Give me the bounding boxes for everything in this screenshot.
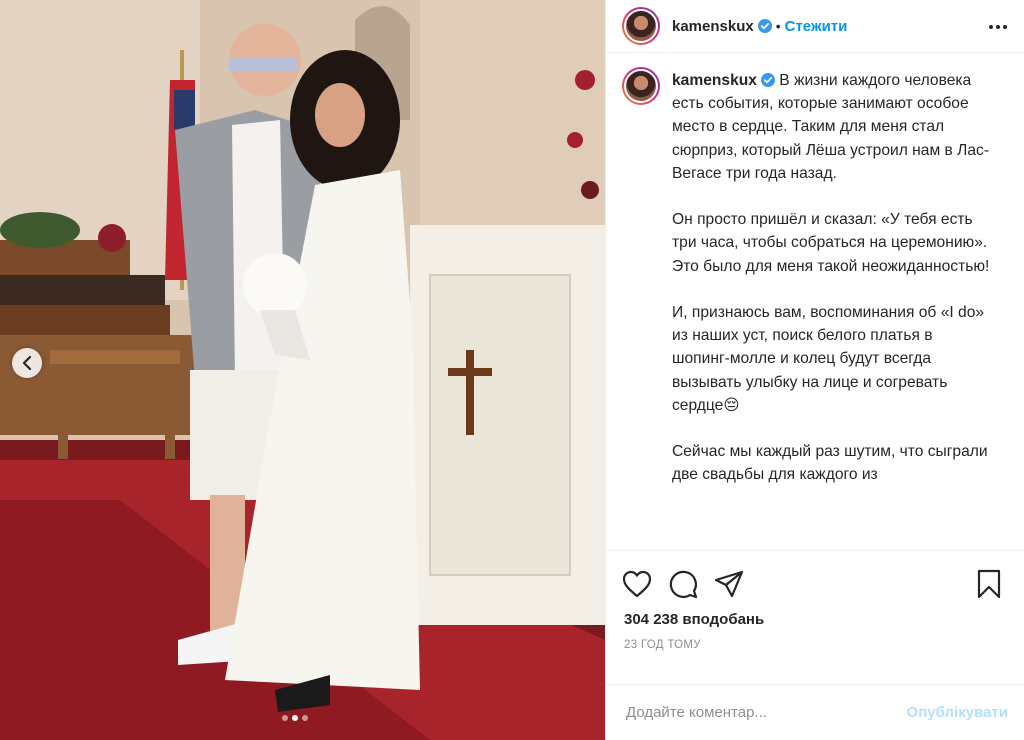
caption-text: kamenskux В жизни каждого человека есть …	[672, 69, 992, 510]
caption-avatar[interactable]	[622, 67, 660, 105]
caption-paragraph-2: Он просто пришёл и сказал: «У тебя есть …	[672, 211, 990, 275]
wedding-photo-image	[0, 0, 605, 740]
bookmark-icon	[977, 569, 1001, 599]
likes-count[interactable]: 304 238 вподобань	[606, 609, 1024, 633]
post-timestamp[interactable]: 23 ГОД ТОМУ	[606, 633, 1024, 669]
header-username[interactable]: kamenskux	[672, 18, 754, 35]
carousel-prev-button[interactable]	[12, 348, 42, 378]
save-button[interactable]	[976, 568, 1008, 600]
comment-button[interactable]	[668, 568, 700, 600]
header-separator: •	[775, 18, 781, 34]
like-button[interactable]	[622, 568, 654, 600]
carousel-dot-active	[292, 715, 298, 721]
comment-icon	[669, 570, 698, 599]
carousel-dot	[282, 715, 288, 721]
avatar[interactable]	[622, 7, 660, 45]
comment-form: Опублікувати	[606, 684, 1024, 740]
share-icon	[714, 570, 744, 598]
verified-badge-icon	[757, 19, 772, 33]
action-bar	[606, 559, 1024, 609]
post-header: kamenskux • Стежити	[606, 0, 1024, 53]
caption: kamenskux В жизни каждого человека есть …	[622, 67, 1008, 510]
comment-input[interactable]	[626, 704, 907, 721]
caption-scroll-area[interactable]: kamenskux В жизни каждого человека есть …	[606, 53, 1024, 551]
post-details-panel: kamenskux • Стежити kamenskux В жизни ка…	[605, 0, 1024, 740]
share-button[interactable]	[714, 568, 746, 600]
carousel-indicator	[282, 715, 308, 721]
carousel-dot	[302, 715, 308, 721]
more-options-button[interactable]	[988, 17, 1008, 35]
caption-username[interactable]: kamenskux	[672, 72, 757, 89]
chevron-left-icon	[22, 356, 32, 370]
caption-paragraph-3: И, признаюсь вам, воспоминания об «I do»…	[672, 304, 985, 414]
caption-paragraph: kamenskux В жизни каждого человека есть …	[672, 69, 992, 185]
post-photo[interactable]	[0, 0, 605, 740]
heart-icon	[622, 570, 652, 598]
follow-button[interactable]: Стежити	[785, 18, 848, 35]
more-options-icon	[989, 25, 1007, 29]
instagram-post: kamenskux • Стежити kamenskux В жизни ка…	[0, 0, 1024, 740]
caption-paragraph-4: Сейчас мы каждый раз шутим, что сыграли …	[672, 443, 988, 484]
verified-badge-icon	[760, 73, 775, 87]
publish-button[interactable]: Опублікувати	[907, 704, 1008, 721]
